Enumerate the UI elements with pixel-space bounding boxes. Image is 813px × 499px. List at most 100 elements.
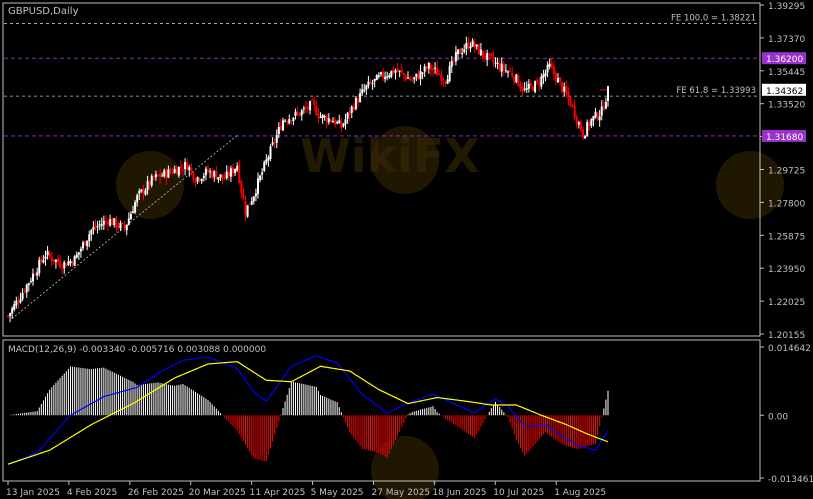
candle-body	[396, 68, 399, 72]
price-tick-label: 1.27800	[768, 199, 805, 209]
candle-body	[286, 121, 289, 123]
candle-body	[490, 53, 493, 57]
candle-body	[334, 119, 337, 125]
candle-body	[361, 89, 364, 94]
candle-body	[273, 141, 276, 143]
candle-body	[544, 72, 547, 76]
candle-body	[590, 118, 593, 126]
candle-body	[202, 175, 205, 178]
candle-body	[129, 213, 132, 220]
candle-body	[471, 40, 474, 47]
candle-body	[586, 122, 589, 136]
candle-body	[542, 74, 545, 78]
candle-body	[459, 48, 462, 54]
price-tick-label: 1.33520	[768, 101, 805, 111]
candle-body	[77, 252, 80, 255]
candle-body	[200, 179, 203, 182]
candle-body	[596, 112, 599, 120]
candle-body	[298, 112, 301, 116]
candle-body	[519, 84, 522, 89]
candle-body	[38, 259, 41, 274]
candle-body	[371, 83, 374, 85]
candle-body	[204, 168, 207, 176]
price-tick-label: 1.23950	[768, 265, 805, 275]
candle-body	[171, 171, 174, 174]
candle-body	[221, 174, 224, 179]
candle-body	[419, 71, 422, 80]
candle-body	[71, 261, 74, 265]
time-tick-label: 13 Jan 2025	[6, 488, 60, 498]
candle-body	[225, 171, 228, 179]
candle-body	[223, 177, 226, 180]
candle-body	[311, 99, 314, 101]
candle-body	[473, 42, 476, 48]
candle-body	[175, 169, 178, 175]
candle-body	[209, 171, 212, 173]
candle-body	[244, 201, 247, 215]
price-tick-label: 1.29725	[768, 167, 805, 177]
candle-body	[379, 72, 382, 75]
candle-body	[292, 117, 295, 122]
candle-body	[227, 171, 230, 177]
candle-body	[234, 168, 237, 173]
candle-body	[182, 169, 184, 171]
candle-body	[36, 272, 39, 276]
candle-body	[548, 63, 551, 67]
candle-body	[257, 178, 259, 195]
candle-body	[119, 222, 122, 229]
candle-body	[236, 166, 239, 171]
candle-body	[369, 82, 372, 84]
chart-canvas: WikiFX 1.392951.373701.354451.335201.315…	[2, 2, 813, 499]
candle-body	[167, 169, 170, 178]
candle-body	[400, 69, 403, 73]
candle-body	[248, 203, 251, 205]
candle-body	[484, 55, 487, 59]
candle-body	[100, 224, 103, 226]
candle-body	[450, 60, 453, 67]
candle-body	[190, 168, 193, 171]
candle-body	[600, 106, 603, 116]
candle-body	[54, 259, 57, 262]
candle-body	[232, 167, 234, 174]
candle-body	[465, 42, 468, 49]
macd-tick-label: -0.013461	[768, 475, 813, 485]
candle-body	[261, 172, 264, 175]
macd-axis: 0.014642 0.00 -0.013461	[760, 344, 813, 485]
candle-body	[515, 74, 518, 83]
candle-body	[46, 251, 49, 256]
candle-body	[582, 129, 584, 138]
candle-body	[32, 273, 34, 282]
candle-body	[602, 106, 605, 110]
candle-body	[29, 280, 32, 282]
candle-body	[382, 71, 384, 78]
candle-body	[394, 70, 397, 73]
candle-body	[254, 193, 257, 197]
candle-body	[196, 177, 199, 182]
candle-body	[525, 88, 528, 90]
candle-body	[565, 86, 568, 94]
candle-body	[567, 92, 570, 99]
candle-body	[436, 67, 439, 76]
time-tick-label: 11 Apr 2025	[250, 488, 306, 498]
candle-body	[325, 116, 328, 123]
candle-body	[169, 170, 172, 173]
candle-body	[398, 70, 401, 72]
candle-body	[148, 180, 151, 186]
candle-body	[50, 256, 53, 261]
time-tick-label: 5 May 2025	[311, 488, 364, 498]
candle-body	[250, 201, 253, 205]
candle-body	[302, 108, 305, 110]
candle-body	[211, 171, 214, 178]
candle-body	[319, 116, 322, 118]
candle-body	[569, 98, 572, 107]
candle-body	[21, 292, 24, 300]
candle-body	[136, 195, 139, 203]
candle-body	[173, 169, 176, 173]
macd-tick-label: 0.00	[768, 412, 788, 422]
candle-body	[323, 116, 326, 118]
candle-body	[242, 193, 245, 200]
candle-body	[452, 59, 455, 62]
candle-body	[140, 189, 143, 192]
time-tick-label: 27 May 2025	[371, 488, 430, 498]
candle-body	[425, 67, 428, 69]
